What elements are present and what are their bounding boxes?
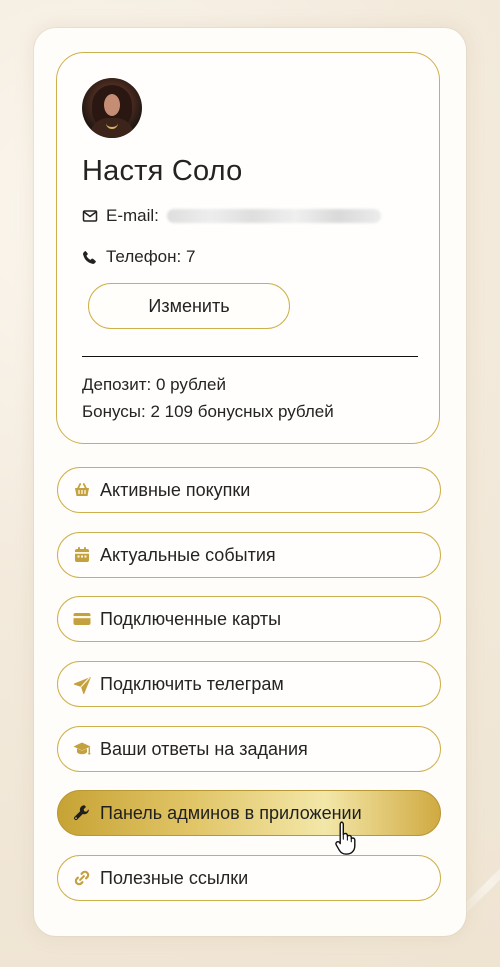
menu-item-label: Подключить телеграм — [100, 673, 284, 694]
card-icon — [73, 613, 91, 625]
link-icon — [74, 870, 90, 886]
paper-plane-icon — [73, 677, 91, 694]
email-row: E-mail: — [82, 205, 381, 227]
menu-item-active-purchases[interactable]: Активные покупки — [57, 467, 441, 513]
bonuses-text: Бонусы: 2 109 бонусных рублей — [82, 402, 334, 421]
menu-item-your-task-answers[interactable]: Ваши ответы на задания — [57, 726, 441, 772]
deposit-text: Депозит: 0 рублей — [82, 375, 226, 394]
menu-item-linked-cards[interactable]: Подключенные карты — [57, 596, 441, 642]
menu-item-current-events[interactable]: Актуальные события — [57, 532, 441, 578]
menu-item-useful-links[interactable]: Полезные ссылки — [57, 855, 441, 901]
graduation-cap-icon — [73, 742, 91, 755]
avatar-face — [104, 94, 120, 116]
basket-icon — [75, 483, 89, 496]
email-value-redacted — [166, 209, 381, 223]
menu-item-label: Полезные ссылки — [100, 867, 249, 888]
menu-item-label: Панель админов в приложении — [100, 802, 362, 823]
profile-divider — [82, 356, 418, 357]
menu-item-label: Ваши ответы на задания — [100, 738, 308, 759]
menu-item-connect-telegram[interactable]: Подключить телеграм — [57, 661, 441, 707]
phone-label: Телефон: 7 — [106, 247, 196, 266]
hand-cursor-icon — [335, 821, 356, 855]
menu-item-label: Актуальные события — [100, 544, 276, 565]
envelope-icon — [82, 210, 98, 222]
phone-icon — [83, 250, 96, 264]
menu-item-admin-panel[interactable]: Панель админов в приложении — [57, 790, 441, 836]
phone-row: Телефон: 7 — [82, 246, 195, 268]
menu-item-label: Подключенные карты — [100, 608, 282, 629]
edit-profile-button[interactable]: Изменить — [88, 283, 290, 329]
calendar-icon — [75, 547, 89, 562]
profile-card: Настя Соло E-mail: Телефон: 7 Изменить Д… — [56, 52, 440, 444]
wrench-icon — [74, 805, 89, 821]
menu-item-label: Активные покупки — [100, 479, 251, 500]
email-label: E-mail: — [106, 206, 159, 225]
avatar — [82, 78, 142, 138]
profile-name: Настя Соло — [82, 155, 243, 187]
